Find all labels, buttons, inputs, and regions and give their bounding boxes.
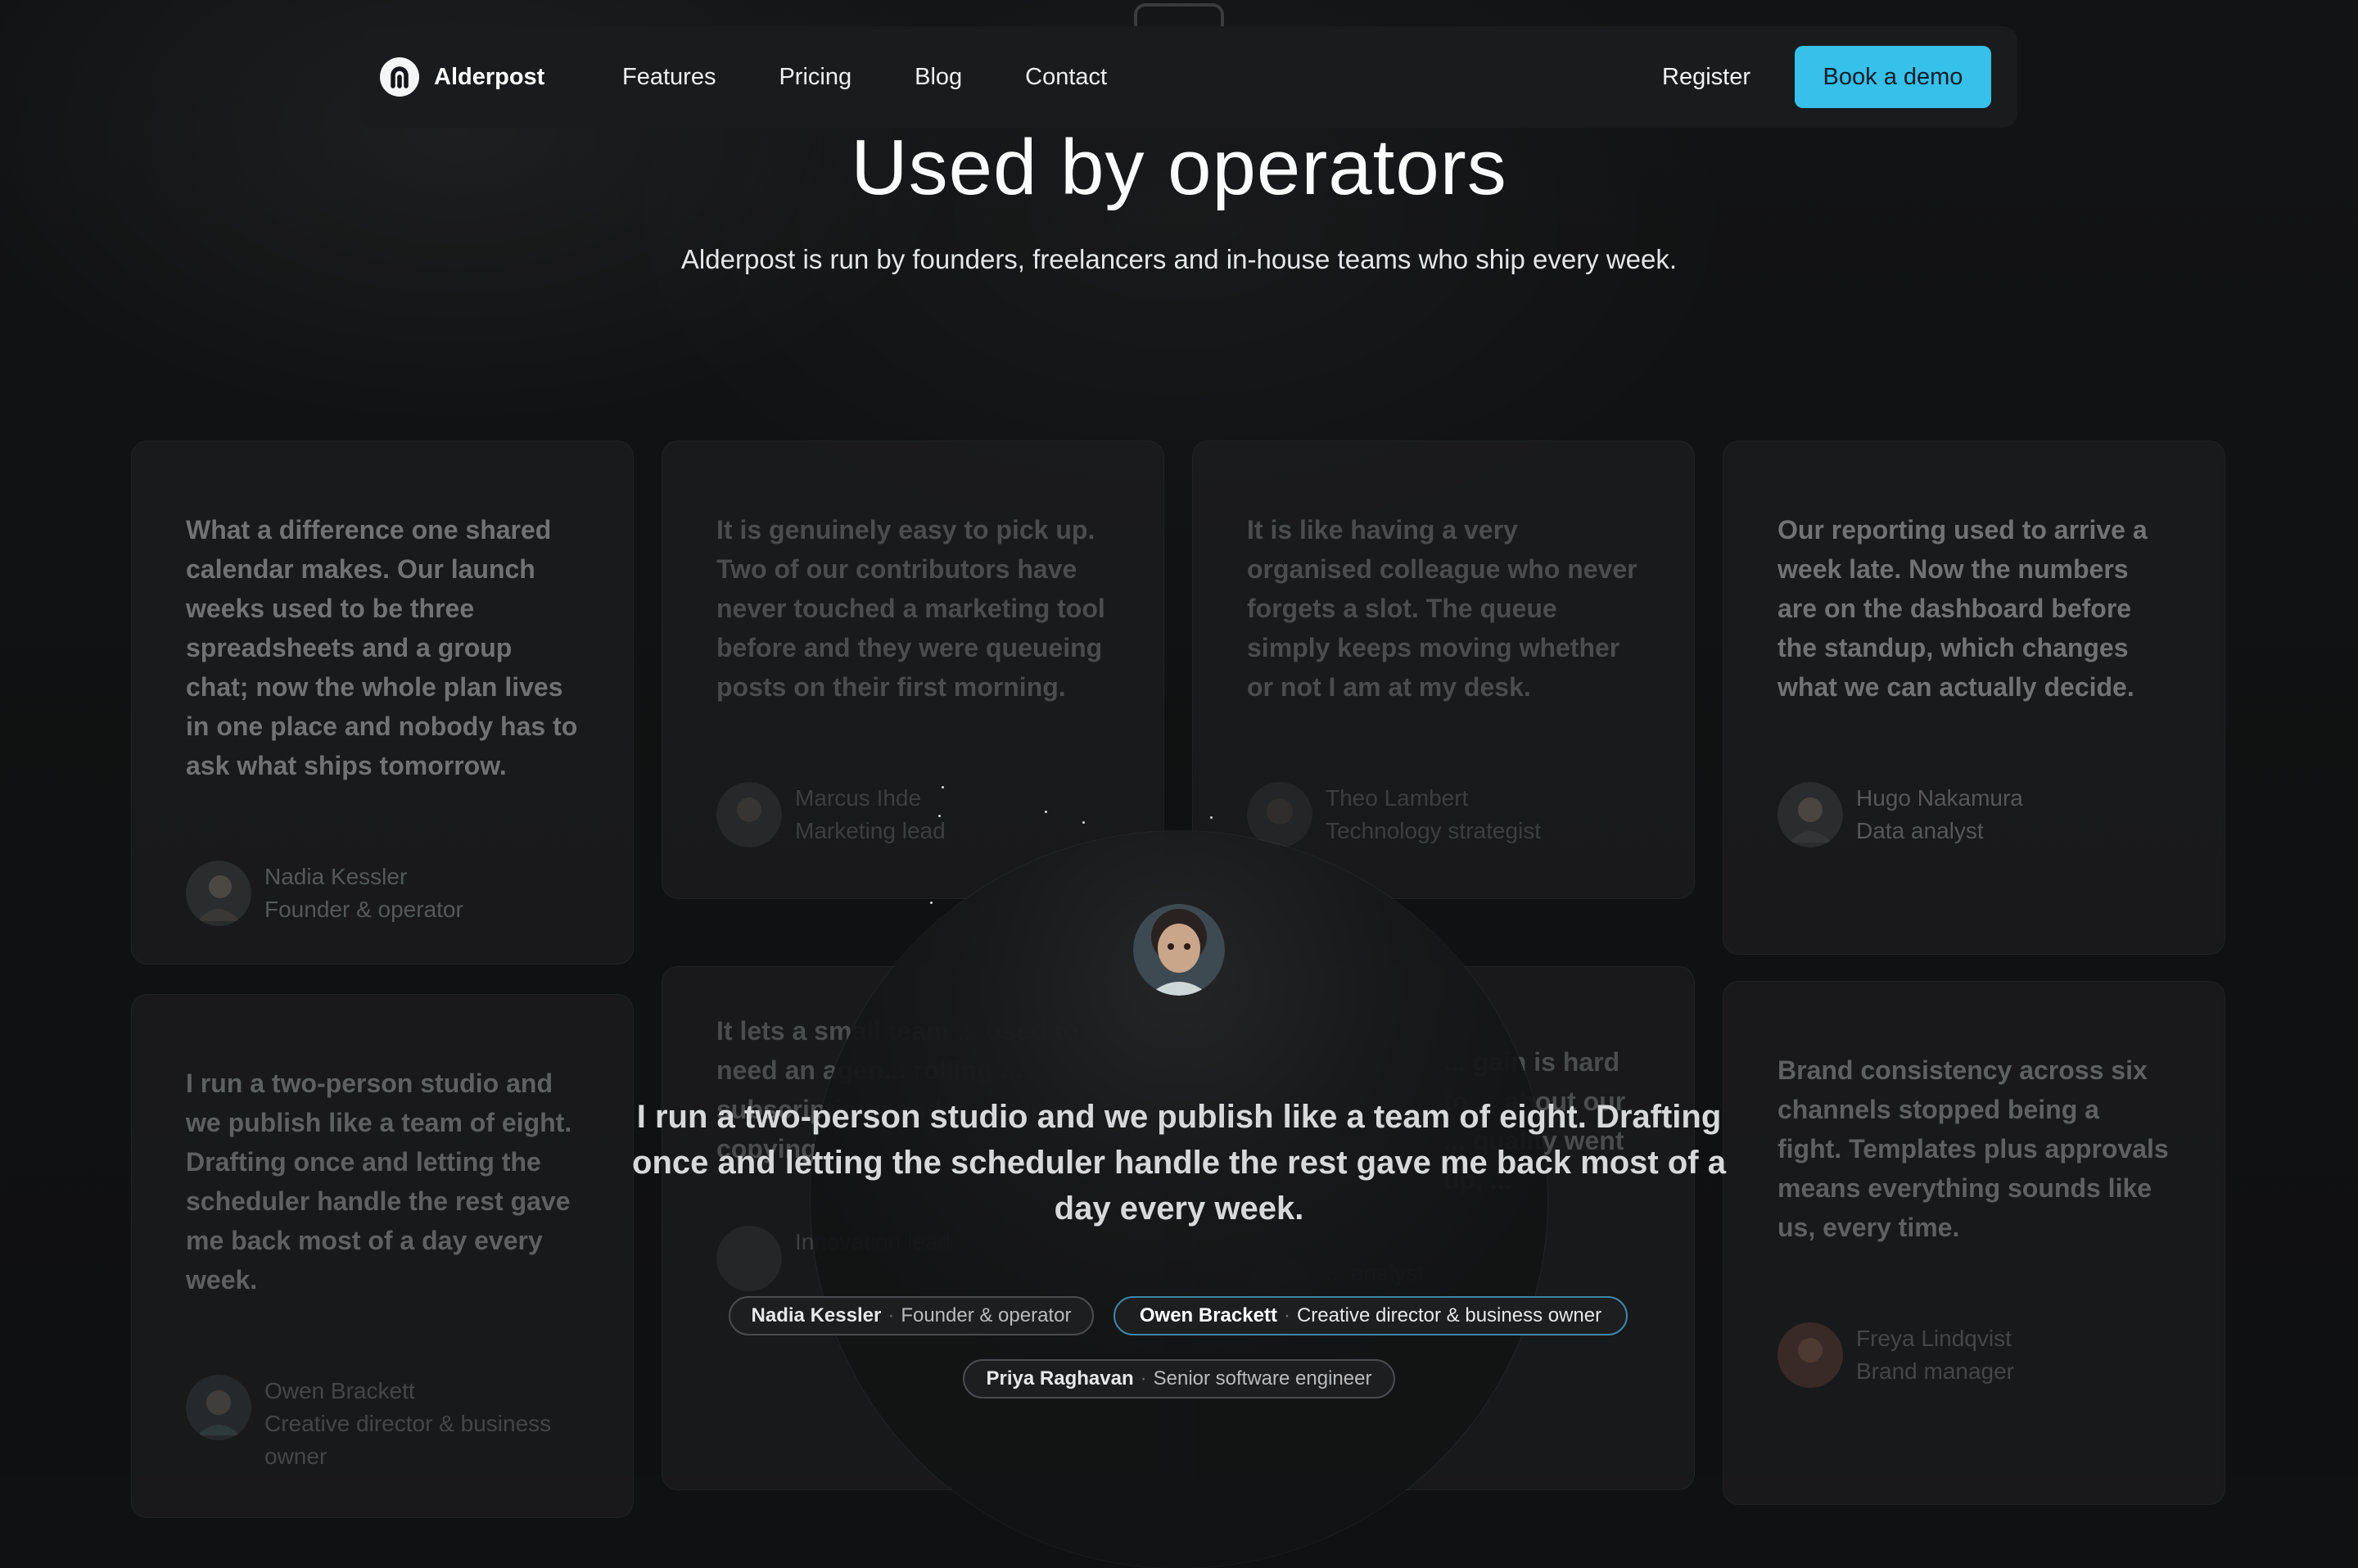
testimonial-card: I run a two-person studio and we publish…: [131, 994, 634, 1518]
testimonial-name: Marcus Ihde: [795, 785, 922, 811]
book-demo-button[interactable]: Book a demo: [1795, 46, 1991, 108]
testimonial-author: Freya Lindqvist Brand manager: [1778, 1322, 2171, 1388]
testimonial-quote: What a difference one shared calendar ma…: [186, 515, 578, 780]
testimonial-role: Technology strategist: [1326, 818, 1542, 843]
testimonial-role: Founder & operator: [264, 897, 463, 922]
testimonial-card: Brand consistency across six channels st…: [1723, 981, 2225, 1505]
testimonial-selector-pill-active[interactable]: Owen Brackett · Creative director & busine…: [1114, 1296, 1628, 1335]
testimonial-quote: Brand consistency across six channels st…: [1778, 1055, 2169, 1242]
avatar: [186, 1375, 251, 1440]
avatar: [1247, 782, 1312, 847]
top-navigation: Alderpost Features Pricing Blog Contact …: [360, 26, 2017, 128]
testimonial-quote: Our reporting used to arrive a week late…: [1778, 515, 2148, 702]
featured-quote: I run a two-person studio and we publish…: [632, 1099, 1726, 1227]
testimonial-author: Marcus Ihde Marketing lead: [716, 782, 1109, 847]
pill-role: Founder & operator: [901, 1304, 1072, 1326]
brand-name: Alderpost: [434, 63, 545, 90]
testimonial-author: Nadia Kessler Founder & operator: [186, 861, 579, 926]
brand[interactable]: Alderpost: [380, 57, 544, 97]
sparkle-dot: [942, 786, 944, 789]
pill-name: Owen Brackett: [1139, 1304, 1277, 1326]
sparkle-dot: [938, 815, 941, 817]
avatar: [1778, 1322, 1843, 1388]
testimonial-name: Theo Lambert: [1326, 785, 1469, 811]
testimonial-author: Owen Brackett Creative director & busine…: [186, 1375, 579, 1473]
nav-link-pricing[interactable]: Pricing: [779, 64, 852, 91]
testimonial-name: Freya Lindqvist: [1856, 1326, 2012, 1351]
pill-name: Priya Raghavan: [986, 1367, 1134, 1390]
nav-link-features[interactable]: Features: [622, 64, 716, 91]
pill-role: Creative director & business owner: [1296, 1304, 1602, 1326]
testimonial-author: Hugo Nakamura Data analyst: [1778, 782, 2171, 847]
testimonial-selector-pill[interactable]: Nadia Kessler · Founder & operator: [729, 1296, 1094, 1335]
testimonial-card: What a difference one shared calendar ma…: [131, 441, 634, 965]
testimonial-role: Marketing lead: [795, 818, 946, 843]
testimonial-name: Nadia Kessler: [264, 864, 408, 889]
testimonial-role: Creative director & business owner: [264, 1411, 552, 1469]
testimonial-role: Data analyst: [1856, 818, 1984, 843]
avatar: [716, 782, 782, 847]
nav-links: Features Pricing Blog Contact: [622, 64, 1170, 91]
brand-logo-icon: [380, 57, 419, 97]
avatar: [186, 861, 251, 926]
sparkle-dot: [1045, 811, 1047, 813]
testimonial-card: It is like having a very organised colle…: [1192, 441, 1695, 899]
testimonial-quote: It is genuinely easy to pick up. Two of …: [716, 515, 1105, 702]
nav-link-contact[interactable]: Contact: [1025, 64, 1107, 91]
pill-name: Nadia Kessler: [751, 1304, 882, 1326]
testimonial-name: Owen Brackett: [264, 1378, 415, 1403]
register-link[interactable]: Register: [1662, 64, 1750, 91]
testimonial-name: Hugo Nakamura: [1856, 785, 2023, 811]
testimonial-role: Brand manager: [1856, 1358, 2015, 1384]
page-title: Used by operators: [851, 124, 1507, 211]
sparkle-dot: [1210, 816, 1213, 819]
testimonial-author: Theo Lambert Technology strategist: [1247, 782, 1640, 847]
avatar: [1778, 782, 1843, 847]
pill-role: Senior software engineer: [1153, 1367, 1372, 1390]
testimonial-quote: It is like having a very organised colle…: [1247, 515, 1638, 702]
featured-avatar: [1133, 904, 1225, 996]
testimonial-card: It is genuinely easy to pick up. Two of …: [662, 441, 1164, 899]
testimonial-selector-pill[interactable]: Priya Raghavan · Senior software engineer: [963, 1359, 1395, 1399]
page-subtitle: Alderpost is run by founders, freelancer…: [680, 244, 1678, 274]
testimonial-quote: I run a two-person studio and we publish…: [186, 1069, 572, 1295]
testimonial-card: Our reporting used to arrive a week late…: [1723, 441, 2225, 955]
nav-link-blog[interactable]: Blog: [915, 64, 962, 91]
sparkle-dot: [1082, 821, 1085, 824]
sparkle-dot: [930, 901, 933, 904]
avatar: [716, 1226, 782, 1291]
